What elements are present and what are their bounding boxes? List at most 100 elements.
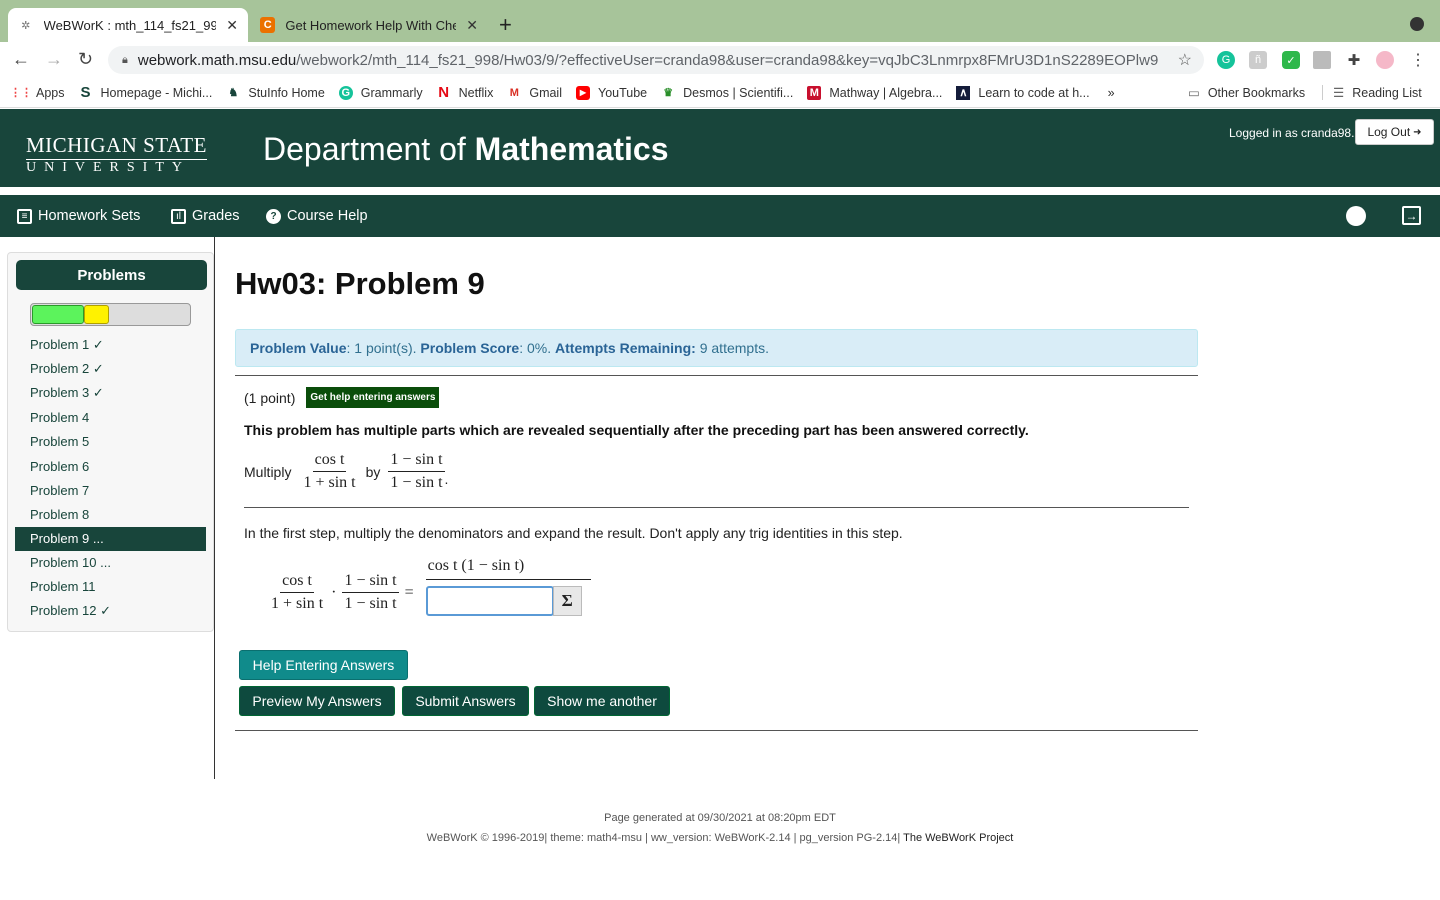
reload-icon[interactable]: ↻	[78, 49, 93, 70]
exit-icon[interactable]: →	[1402, 206, 1421, 225]
tab-search-icon[interactable]	[1410, 17, 1424, 31]
nav-homework-sets[interactable]: ≡ Homework Sets	[17, 208, 140, 224]
fraction-2: 1 − sin t 1 − sin t	[342, 572, 399, 613]
multiply-word: Multiply	[244, 463, 292, 480]
points-text: (1 point)	[244, 389, 296, 406]
sidebar-item-problem[interactable]: Problem 7	[8, 478, 213, 502]
tab-title: Get Homework Help With Cheg	[285, 17, 457, 33]
fraction-denominator: 1 − sin t	[390, 474, 443, 491]
mathway-icon: M	[807, 85, 822, 100]
result-numerator: cos t (1 − sin t)	[425, 557, 591, 580]
back-icon[interactable]: ←	[12, 49, 30, 70]
gmail-icon: M	[509, 86, 519, 99]
problems-sidebar: Problems Problem 1 ✓ Problem 2 ✓ Problem 3…	[7, 252, 214, 632]
footer-credits: WeBWorK © 1996-2019| theme: math4-msu | …	[0, 832, 1440, 844]
menu-icon[interactable]: ⋮	[1409, 51, 1427, 69]
sidebar-item-problem[interactable]: Problem 6	[8, 454, 213, 478]
fraction-1: cos t 1 + sin t	[269, 572, 325, 613]
shield-icon[interactable]: ✓	[1282, 51, 1300, 69]
extensions-icon[interactable]: ✚	[1345, 51, 1363, 69]
sidebar-item-problem[interactable]: Problem 5	[8, 430, 213, 454]
other-bookmarks[interactable]: ▭ Other Bookmarks	[1188, 85, 1306, 101]
get-help-link[interactable]: Get help entering answers	[306, 387, 440, 408]
homework-sets-icon: ≡	[17, 208, 32, 224]
close-icon[interactable]: ✕	[226, 17, 238, 34]
by-word: by	[365, 463, 381, 480]
bookmark-label: Mathway | Algebra...	[829, 85, 943, 100]
sidebar-item-problem[interactable]: Problem 11	[8, 575, 213, 599]
bookmark-youtube[interactable]: ▶ YouTube	[576, 85, 647, 100]
score-text: : 0%.	[519, 340, 556, 356]
sigma-icon[interactable]: Σ	[552, 586, 582, 616]
user-icon[interactable]	[1346, 206, 1366, 226]
bookmarks-more[interactable]: »	[1108, 86, 1115, 100]
netflix-icon: N	[438, 84, 450, 101]
bookmark-homepage[interactable]: S Homepage - Michi...	[79, 84, 212, 101]
grammarly-icon[interactable]: G	[1217, 51, 1235, 69]
fraction-denominator: 1 + sin t	[271, 595, 324, 612]
nav-label: Course Help	[287, 208, 368, 224]
grammarly-icon: G	[338, 85, 353, 100]
star-icon[interactable]: ☆	[1178, 50, 1192, 70]
folder-icon: ▭	[1188, 86, 1200, 100]
sidebar-item-problem[interactable]: Problem 9 ...	[15, 526, 206, 551]
score-label: Problem Score	[420, 340, 520, 356]
submit-answers-button[interactable]: Submit Answers	[402, 686, 529, 716]
sidebar-item-problem[interactable]: Problem 3 ✓	[8, 381, 213, 405]
other-bookmarks-label: Other Bookmarks	[1207, 85, 1306, 100]
bookmark-label: Desmos | Scientifi...	[683, 85, 794, 100]
new-tab-button[interactable]: +	[499, 12, 512, 38]
bookmark-stuinfo[interactable]: ♞ StuInfo Home	[226, 86, 324, 100]
sidebar-item-problem[interactable]: Problem 8	[8, 502, 213, 526]
page-title: Hw03: Problem 9	[235, 266, 485, 301]
reading-list[interactable]: ☰ Reading List	[1322, 85, 1422, 100]
avatar-icon[interactable]	[1376, 51, 1394, 69]
close-icon[interactable]: ✕	[466, 17, 478, 34]
nav-grades[interactable]: ıl Grades	[171, 208, 240, 224]
sidebar-item-problem[interactable]: Problem 2 ✓	[8, 357, 213, 381]
preview-answers-button[interactable]: Preview My Answers	[239, 686, 395, 716]
fraction-2: 1 − sin t 1 − sin t	[388, 451, 445, 492]
problem-statement: Multiply cos t 1 + sin t by 1 − sin t 1 …	[244, 451, 448, 492]
bookmark-desmos[interactable]: ♛ Desmos | Scientifi...	[661, 86, 793, 100]
forward-icon[interactable]: →	[45, 49, 63, 70]
period: .	[444, 470, 449, 487]
youtube-icon: ▶	[576, 85, 590, 100]
bookmark-gmail[interactable]: M Gmail	[507, 86, 562, 100]
nav-label: Grades	[192, 208, 240, 224]
address-bar-row: ← → ↻ 🔒︎ webwork.math.msu.edu /webwork2/…	[0, 42, 1440, 78]
sidebar-item-problem[interactable]: Problem 12 ✓	[8, 599, 213, 623]
bookmark-label: Netflix	[458, 85, 494, 100]
fraction-denominator: 1 − sin t	[344, 595, 397, 612]
value-label: Problem Value	[250, 340, 347, 356]
bookmark-netflix[interactable]: N Netflix	[437, 84, 494, 101]
url-field[interactable]: 🔒︎ webwork.math.msu.edu /webwork2/mth_11…	[108, 46, 1204, 74]
extension-icon[interactable]: ñ	[1249, 51, 1267, 69]
show-another-button[interactable]: Show me another	[534, 686, 670, 716]
bookmark-apps[interactable]: ⋮⋮ Apps	[10, 86, 65, 100]
reader-icon[interactable]	[1313, 51, 1331, 69]
help-entering-answers-button[interactable]: Help Entering Answers	[239, 650, 408, 680]
webwork-favicon-icon: ✲	[21, 19, 31, 32]
sidebar-item-problem[interactable]: Problem 4	[8, 406, 213, 430]
logout-button[interactable]: Log Out ➜	[1355, 119, 1434, 145]
msu-s-icon: S	[80, 84, 91, 101]
nav-course-help[interactable]: ? Course Help	[266, 208, 368, 224]
progress-partial	[84, 305, 109, 324]
webwork-project-link[interactable]: The WeBWorK Project	[903, 832, 1013, 844]
bookmark-learn-code[interactable]: ∧ Learn to code at h...	[956, 85, 1090, 100]
url-path: /webwork2/mth_114_fs21_998/Hw03/9/?effec…	[296, 51, 1159, 69]
dept-bold: Mathematics	[474, 131, 669, 167]
bookmark-mathway[interactable]: M Mathway | Algebra...	[807, 85, 943, 100]
tab-webwork[interactable]: ✲ WeBWorK : mth_114_fs21_998 ✕	[8, 8, 248, 42]
sidebar-item-problem[interactable]: Problem 1 ✓	[8, 333, 213, 357]
sidebar-divider	[214, 237, 215, 779]
problem-list: Problem 1 ✓ Problem 2 ✓ Problem 3 ✓ Problem…	[8, 333, 213, 623]
sidebar-item-problem[interactable]: Problem 10 ...	[8, 551, 213, 575]
tab-chegg[interactable]: C Get Homework Help With Cheg ✕	[250, 8, 488, 42]
bookmark-grammarly[interactable]: G Grammarly	[338, 85, 423, 100]
msu-logo[interactable]: MICHIGAN STATE UNIVERSITY	[26, 133, 207, 176]
value-text: : 1 point(s).	[346, 340, 421, 356]
desmos-icon: ♛	[663, 87, 674, 99]
answer-input[interactable]	[425, 586, 554, 616]
